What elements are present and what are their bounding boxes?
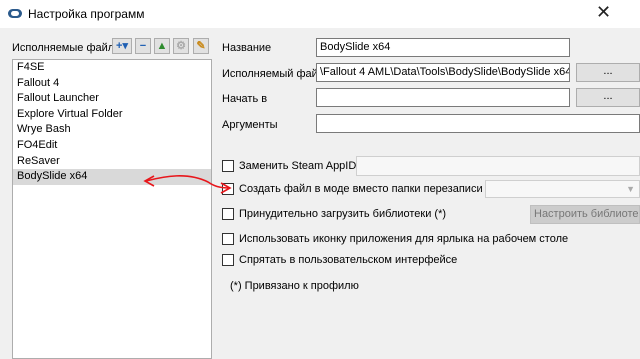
steam-appid-checkbox[interactable]: [222, 160, 234, 172]
list-item[interactable]: FO4Edit: [13, 138, 211, 154]
close-icon[interactable]: ✕: [596, 2, 611, 23]
gear-icon[interactable]: ⚙: [173, 38, 189, 54]
browse-exe-button[interactable]: ...: [576, 63, 640, 82]
configure-libs-button: Настроить библиотеки: [530, 205, 640, 224]
mod-dropdown: ▼: [485, 180, 640, 198]
start-in-input[interactable]: [316, 88, 570, 107]
create-file-label: Создать файл в моде вместо папки перезап…: [239, 183, 498, 195]
use-icon-checkbox[interactable]: [222, 233, 234, 245]
exe-label: Исполняемый файл: [222, 68, 325, 80]
list-item[interactable]: Fallout Launcher: [13, 91, 211, 107]
chevron-down-icon: ▼: [626, 184, 635, 194]
broom-icon[interactable]: ✎: [193, 38, 209, 54]
name-label: Название: [222, 42, 272, 54]
executables-list[interactable]: F4SE Fallout 4 Fallout Launcher Explore …: [12, 59, 212, 359]
create-file-checkbox[interactable]: [222, 183, 234, 195]
list-item[interactable]: F4SE: [13, 60, 211, 76]
add-icon[interactable]: +▾: [112, 38, 132, 54]
exe-path-input[interactable]: \Fallout 4 AML\Data\Tools\BodySlide\Body…: [316, 63, 570, 82]
force-libs-label: Принудительно загрузить библиотеки (*): [239, 208, 447, 220]
browse-start-button[interactable]: ...: [576, 88, 640, 107]
list-item-selected[interactable]: BodySlide x64: [13, 169, 211, 185]
title-bar: Настройка программ ✕: [0, 0, 640, 28]
window-title: Настройка программ: [28, 7, 145, 21]
name-input[interactable]: BodySlide x64: [316, 38, 570, 57]
hide-ui-label: Спрятать в пользовательском интерфейсе: [239, 254, 458, 266]
start-in-label: Начать в: [222, 93, 268, 105]
arguments-input[interactable]: [316, 114, 640, 133]
steam-appid-label: Заменить Steam AppID: [239, 160, 357, 172]
remove-icon[interactable]: −: [135, 38, 151, 54]
app-icon: [8, 9, 22, 18]
list-item[interactable]: Explore Virtual Folder: [13, 107, 211, 123]
arguments-label: Аргументы: [222, 119, 278, 131]
use-icon-label: Использовать иконку приложения для ярлык…: [239, 233, 569, 245]
list-item[interactable]: Fallout 4: [13, 76, 211, 92]
hide-ui-checkbox[interactable]: [222, 254, 234, 266]
steam-appid-input: [356, 156, 640, 176]
move-up-icon[interactable]: ▲: [154, 38, 170, 54]
profile-note: (*) Привязано к профилю: [230, 280, 359, 292]
force-libs-checkbox[interactable]: [222, 208, 234, 220]
list-item[interactable]: ReSaver: [13, 154, 211, 170]
executables-label: Исполняемые файлы: [12, 42, 123, 54]
list-item[interactable]: Wrye Bash: [13, 122, 211, 138]
